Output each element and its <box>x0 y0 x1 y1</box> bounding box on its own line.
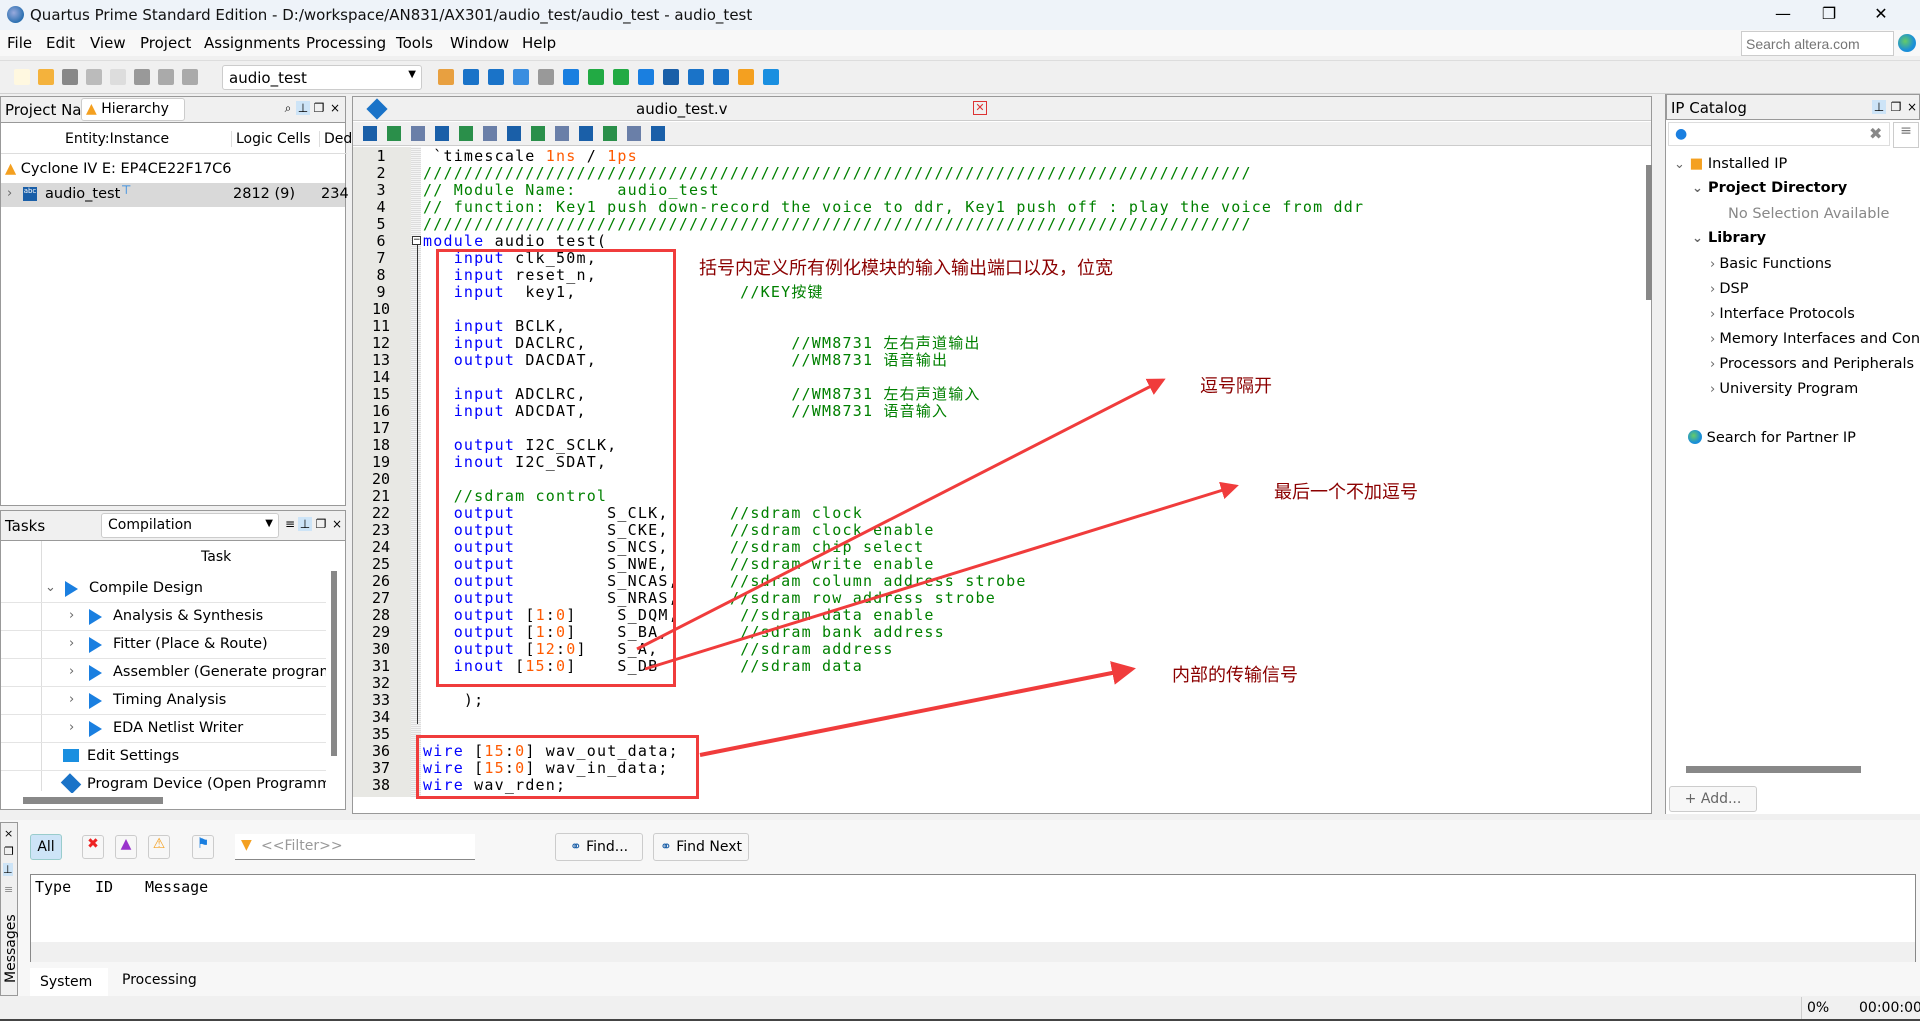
plus-icon: + <box>1684 791 1701 807</box>
chevron-down-icon: ⌄ <box>1692 231 1703 246</box>
ip-category-item[interactable]: › Memory Interfaces and Controllers <box>1710 331 1920 347</box>
filter-all-button[interactable]: All <box>30 834 62 860</box>
progress-percent: 0% <box>1807 1000 1830 1016</box>
message-horizontal-scrollbar[interactable] <box>31 942 1915 962</box>
message-filter-input[interactable]: ▼ <<Filter>> <box>235 834 475 860</box>
tab-system[interactable]: System <box>30 968 108 996</box>
find-button[interactable]: ⚭ Find... <box>555 833 643 861</box>
search-icon: ● <box>1675 126 1688 142</box>
ip-catalog-title: IP Catalog <box>1671 99 1747 117</box>
filter-placeholder: <<Filter>> <box>261 838 343 854</box>
chevron-down-icon: ⌄ <box>1674 157 1685 172</box>
ip-category-label: University Program <box>1719 381 1859 397</box>
chevron-right-icon: › <box>1710 282 1720 297</box>
library-label: Library <box>1707 230 1767 246</box>
globe-icon <box>1688 430 1702 444</box>
chevron-right-icon: › <box>1710 257 1720 272</box>
ip-category-label: Processors and Peripherals <box>1719 356 1915 372</box>
find-next-button[interactable]: ⚭ Find Next <box>653 833 749 861</box>
no-selection-text: No Selection Available <box>1728 206 1890 222</box>
ip-category-item[interactable]: › Interface Protocols <box>1710 306 1855 322</box>
last-note: 最后一个不加逗号 <box>1274 482 1418 503</box>
flag-button[interactable]: ⚑ <box>192 835 214 859</box>
ports-note: 括号内定义所有例化模块的输入输出端口以及，位宽 <box>699 258 1113 279</box>
ip-category-label: Interface Protocols <box>1719 306 1855 322</box>
binoculars-icon: ⚭ <box>569 839 582 855</box>
filter-warning-button[interactable]: ⚠ <box>148 835 170 859</box>
status-divider <box>1801 997 1802 1019</box>
ip-category-item[interactable]: › Processors and Peripherals <box>1710 356 1914 372</box>
comma-note: 逗号隔开 <box>1200 376 1272 397</box>
pin-icon[interactable]: ⊥ <box>3 863 13 876</box>
find-label: Find... <box>586 839 629 855</box>
tree-installed-ip[interactable]: ⌄ ■ Installed IP <box>1674 156 1787 172</box>
float-icon[interactable]: ❐ <box>1889 100 1903 114</box>
clear-search-icon[interactable]: ✖ <box>1869 124 1882 143</box>
column-message[interactable]: Message <box>145 879 208 896</box>
ip-category-item[interactable]: › DSP <box>1710 281 1748 297</box>
ip-search-input[interactable]: ● ✖ <box>1668 122 1890 146</box>
partner-ip-label: Search for Partner IP <box>1706 430 1856 446</box>
tree-library[interactable]: ⌄ Library <box>1692 230 1766 246</box>
arrow-comma <box>636 378 1166 651</box>
filter-funnel-icon: ▼ <box>241 837 252 853</box>
pin-icon[interactable]: ⊥ <box>1872 100 1886 114</box>
close-panel-icon[interactable]: × <box>1905 100 1919 114</box>
close-panel-icon[interactable]: × <box>4 827 13 840</box>
ip-category-item[interactable]: › Basic Functions <box>1710 256 1832 272</box>
filter-critical-warning-button[interactable]: ▲ <box>115 835 137 859</box>
add-ip-button[interactable]: + Add... <box>1669 786 1757 812</box>
messages-panel: × ❐ ⊥ ≡ Messages All ✖ ▲ ⚠ ⚑ ▼ <<Filter>… <box>0 820 1920 996</box>
ip-category-item[interactable]: › University Program <box>1710 381 1858 397</box>
messages-title: Messages <box>3 914 19 983</box>
ip-category-label: DSP <box>1719 281 1749 297</box>
chevron-right-icon: › <box>1710 357 1720 372</box>
add-ip-label: Add... <box>1700 791 1742 807</box>
arrow-internal <box>699 661 1136 757</box>
chevron-right-icon: › <box>1710 307 1720 322</box>
menu-icon[interactable]: ≡ <box>4 883 13 896</box>
find-next-label: Find Next <box>676 839 742 855</box>
status-bar: 0% 00:00:00 <box>0 997 1920 1021</box>
filter-error-button[interactable]: ✖ <box>82 835 104 859</box>
tree-partner-ip[interactable]: Search for Partner IP <box>1688 430 1856 446</box>
arrow-last <box>644 481 1239 671</box>
messages-side-strip: × ❐ ⊥ ≡ Messages <box>0 822 19 996</box>
binoculars-icon: ⚭ <box>660 839 672 855</box>
ip-category-label: Basic Functions <box>1719 256 1832 272</box>
ip-horizontal-scrollbar[interactable] <box>1686 766 1861 773</box>
elapsed-time: 00:00:00 <box>1859 1000 1920 1016</box>
project-directory-label: Project Directory <box>1707 180 1848 196</box>
column-id[interactable]: ID <box>95 879 113 896</box>
float-icon[interactable]: ❐ <box>4 845 14 858</box>
ip-options-menu-icon[interactable]: ≡ <box>1893 122 1919 148</box>
ip-catalog-panel: IP Catalog ⊥ ❐ × ● ✖ ≡ ⌄ ■ Installed IP … <box>1665 94 1920 814</box>
internal-note: 内部的传输信号 <box>1172 665 1298 686</box>
installed-ip-label: Installed IP <box>1707 156 1788 172</box>
column-type[interactable]: Type <box>35 879 71 896</box>
tree-project-directory[interactable]: ⌄ Project Directory <box>1692 180 1847 196</box>
chevron-down-icon: ⌄ <box>1692 181 1703 196</box>
chevron-right-icon: › <box>1710 332 1720 347</box>
ip-category-label: Memory Interfaces and Controllers <box>1719 331 1920 347</box>
ip-catalog-header: IP Catalog ⊥ ❐ × <box>1666 94 1920 120</box>
installed-ip-icon: ■ <box>1689 156 1704 172</box>
message-table: Type ID Message <box>30 874 1916 962</box>
tab-processing[interactable]: Processing <box>108 966 208 994</box>
chevron-right-icon: › <box>1710 382 1720 397</box>
